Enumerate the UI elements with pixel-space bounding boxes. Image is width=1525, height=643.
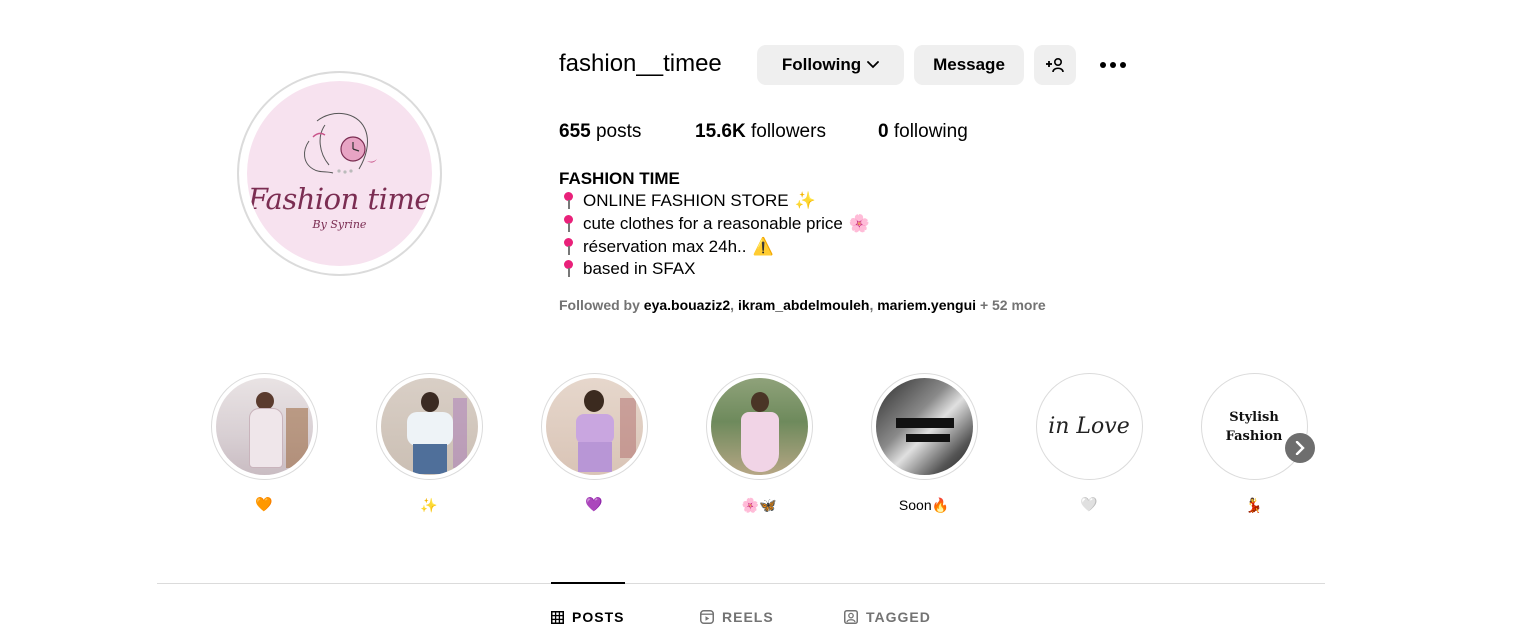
highlight-label: Soon🔥	[898, 497, 950, 513]
username: fashion__timee	[559, 50, 722, 77]
highlight-item[interactable]: ✨	[375, 373, 483, 517]
active-tab-indicator	[551, 582, 625, 584]
more-dot-icon	[1120, 62, 1126, 68]
highlight-item[interactable]: 🧡	[210, 373, 318, 517]
followers-label: followers	[750, 121, 826, 142]
tabs-divider	[157, 583, 1325, 584]
pushpin-icon	[562, 237, 576, 257]
highlight-photo	[875, 378, 973, 475]
highlight-photo	[710, 378, 808, 475]
following-button[interactable]: Following	[757, 45, 904, 85]
highlight-ring	[210, 373, 318, 480]
cherry-blossom-icon: 🌸	[848, 214, 871, 234]
following-label: following	[893, 121, 968, 142]
bio-line-text: based in SFAX	[583, 259, 696, 278]
stylish-text: Stylish	[1229, 409, 1279, 425]
highlight-label: 💃	[1245, 497, 1263, 513]
highlight-label: 🤍	[1080, 497, 1098, 513]
highlight-item[interactable]: 💜	[540, 373, 648, 517]
fashion-text: Fashion	[1225, 428, 1283, 444]
logo-title: Fashion time	[247, 182, 432, 216]
tab-tagged-label: TAGGED	[866, 609, 931, 625]
bio-line: cute clothes for a reasonable price 🌸	[562, 214, 870, 234]
tab-tagged[interactable]: TAGGED	[844, 607, 931, 627]
tagged-user-icon	[844, 610, 858, 624]
following-button-label: Following	[781, 55, 862, 74]
bio-line: réservation max 24h.. ⚠️	[562, 237, 774, 257]
chevron-right-icon	[1295, 441, 1305, 455]
chevron-down-icon	[867, 61, 880, 69]
pushpin-icon	[562, 214, 576, 234]
woman-line-art-icon	[304, 113, 377, 174]
following-link[interactable]: 0 following	[878, 121, 968, 143]
follower-name[interactable]: mariem.yengui	[877, 297, 976, 313]
highlight-label: 🌸🦋	[741, 497, 777, 513]
highlight-ring	[375, 373, 483, 480]
more-dot-icon	[1110, 62, 1116, 68]
highlight-label: ✨	[420, 497, 438, 513]
followed-by-prefix: Followed by	[559, 297, 640, 313]
highlight-photo: in Love	[1040, 378, 1138, 475]
highlight-ring: Stylish Fashion	[1200, 373, 1308, 480]
pushpin-icon	[562, 191, 576, 211]
followed-by-more[interactable]: + 52 more	[980, 297, 1046, 313]
highlight-ring	[540, 373, 648, 480]
highlight-photo	[380, 378, 478, 475]
highlight-ring	[870, 373, 978, 480]
grid-icon	[551, 610, 564, 624]
followed-by[interactable]: Followed by eya.bouaziz2, ikram_abdelmou…	[559, 297, 1046, 313]
highlight-item[interactable]: in Love 🤍	[1035, 373, 1143, 517]
follower-name[interactable]: ikram_abdelmouleh	[738, 297, 870, 313]
highlights-next-button[interactable]	[1285, 433, 1315, 463]
highlight-label: 🧡	[255, 497, 273, 513]
bio-name: FASHION TIME	[559, 169, 680, 188]
message-button-label: Message	[933, 55, 1005, 74]
highlight-photo	[215, 378, 313, 475]
posts-count: 655 posts	[559, 121, 641, 143]
posts-label: posts	[595, 121, 642, 142]
bio-line-text: réservation max 24h..	[583, 237, 747, 256]
follower-name[interactable]: eya.bouaziz2	[644, 297, 730, 313]
tab-posts[interactable]: POSTS	[551, 607, 624, 627]
sparkles-icon: ✨	[794, 191, 816, 211]
avatar-logo: Fashion time By Syrine	[247, 81, 432, 266]
bio-line: ONLINE FASHION STORE ✨	[562, 191, 816, 211]
following-number: 0	[878, 121, 889, 142]
message-button[interactable]: Message	[914, 45, 1024, 85]
highlight-label: 💜	[585, 497, 603, 513]
profile-avatar[interactable]: Fashion time By Syrine	[237, 71, 442, 276]
highlight-ring	[705, 373, 813, 480]
add-user-icon	[1046, 57, 1064, 73]
bio-line-text: ONLINE FASHION STORE	[583, 191, 789, 210]
warning-icon: ⚠️	[752, 237, 774, 257]
more-options-button[interactable]	[1097, 52, 1129, 78]
logo-subtitle: By Syrine	[312, 218, 367, 231]
reels-icon	[700, 610, 714, 624]
highlight-ring: in Love	[1035, 373, 1143, 480]
pushpin-icon	[562, 259, 576, 279]
bio-line: based in SFAX	[562, 259, 695, 279]
highlight-item[interactable]: 🌸🦋	[705, 373, 813, 517]
posts-number: 655	[559, 121, 591, 142]
in-love-text: in Love	[1048, 414, 1130, 439]
highlight-photo: Stylish Fashion	[1205, 378, 1303, 475]
more-dot-icon	[1100, 62, 1106, 68]
tab-reels-label: REELS	[722, 609, 774, 625]
followers-link[interactable]: 15.6K followers	[695, 121, 826, 143]
suggested-users-button[interactable]	[1034, 45, 1076, 85]
tab-posts-label: POSTS	[572, 609, 625, 625]
followers-number: 15.6K	[695, 121, 746, 142]
highlight-item[interactable]: Soon🔥	[870, 373, 978, 517]
bio-line-text: cute clothes for a reasonable price	[583, 214, 843, 233]
tab-reels[interactable]: REELS	[700, 607, 774, 627]
highlight-photo	[545, 378, 643, 475]
